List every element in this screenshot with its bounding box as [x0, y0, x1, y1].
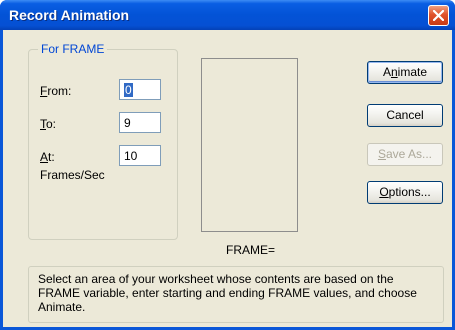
to-input[interactable]: 9 — [119, 112, 161, 133]
animate-button[interactable]: Animate — [367, 61, 443, 84]
window-title: Record Animation — [9, 7, 130, 23]
frames-per-sec-label: Frames/Sec — [40, 168, 105, 182]
at-label: At: — [40, 150, 55, 164]
cancel-button[interactable]: Cancel — [367, 104, 443, 127]
at-input[interactable]: 10 — [119, 145, 161, 166]
frame-value-label: FRAME= — [226, 243, 276, 257]
options-button[interactable]: Options... — [367, 181, 443, 204]
close-button[interactable] — [428, 5, 449, 26]
record-animation-dialog: Record Animation For FRAME From: 0 To: 9… — [0, 0, 455, 330]
from-input[interactable]: 0 — [119, 79, 161, 100]
group-label: For FRAME — [38, 42, 108, 56]
frame-preview — [201, 58, 298, 232]
close-icon — [433, 10, 444, 21]
save-as-button[interactable]: Save As... — [367, 143, 443, 166]
instructions-text: Select an area of your worksheet whose c… — [28, 266, 444, 323]
from-label: From: — [40, 84, 72, 98]
dialog-body: For FRAME From: 0 To: 9 At: 10 Frames/Se… — [3, 30, 452, 327]
title-bar[interactable]: Record Animation — [0, 0, 455, 30]
to-label: To: — [40, 117, 57, 131]
